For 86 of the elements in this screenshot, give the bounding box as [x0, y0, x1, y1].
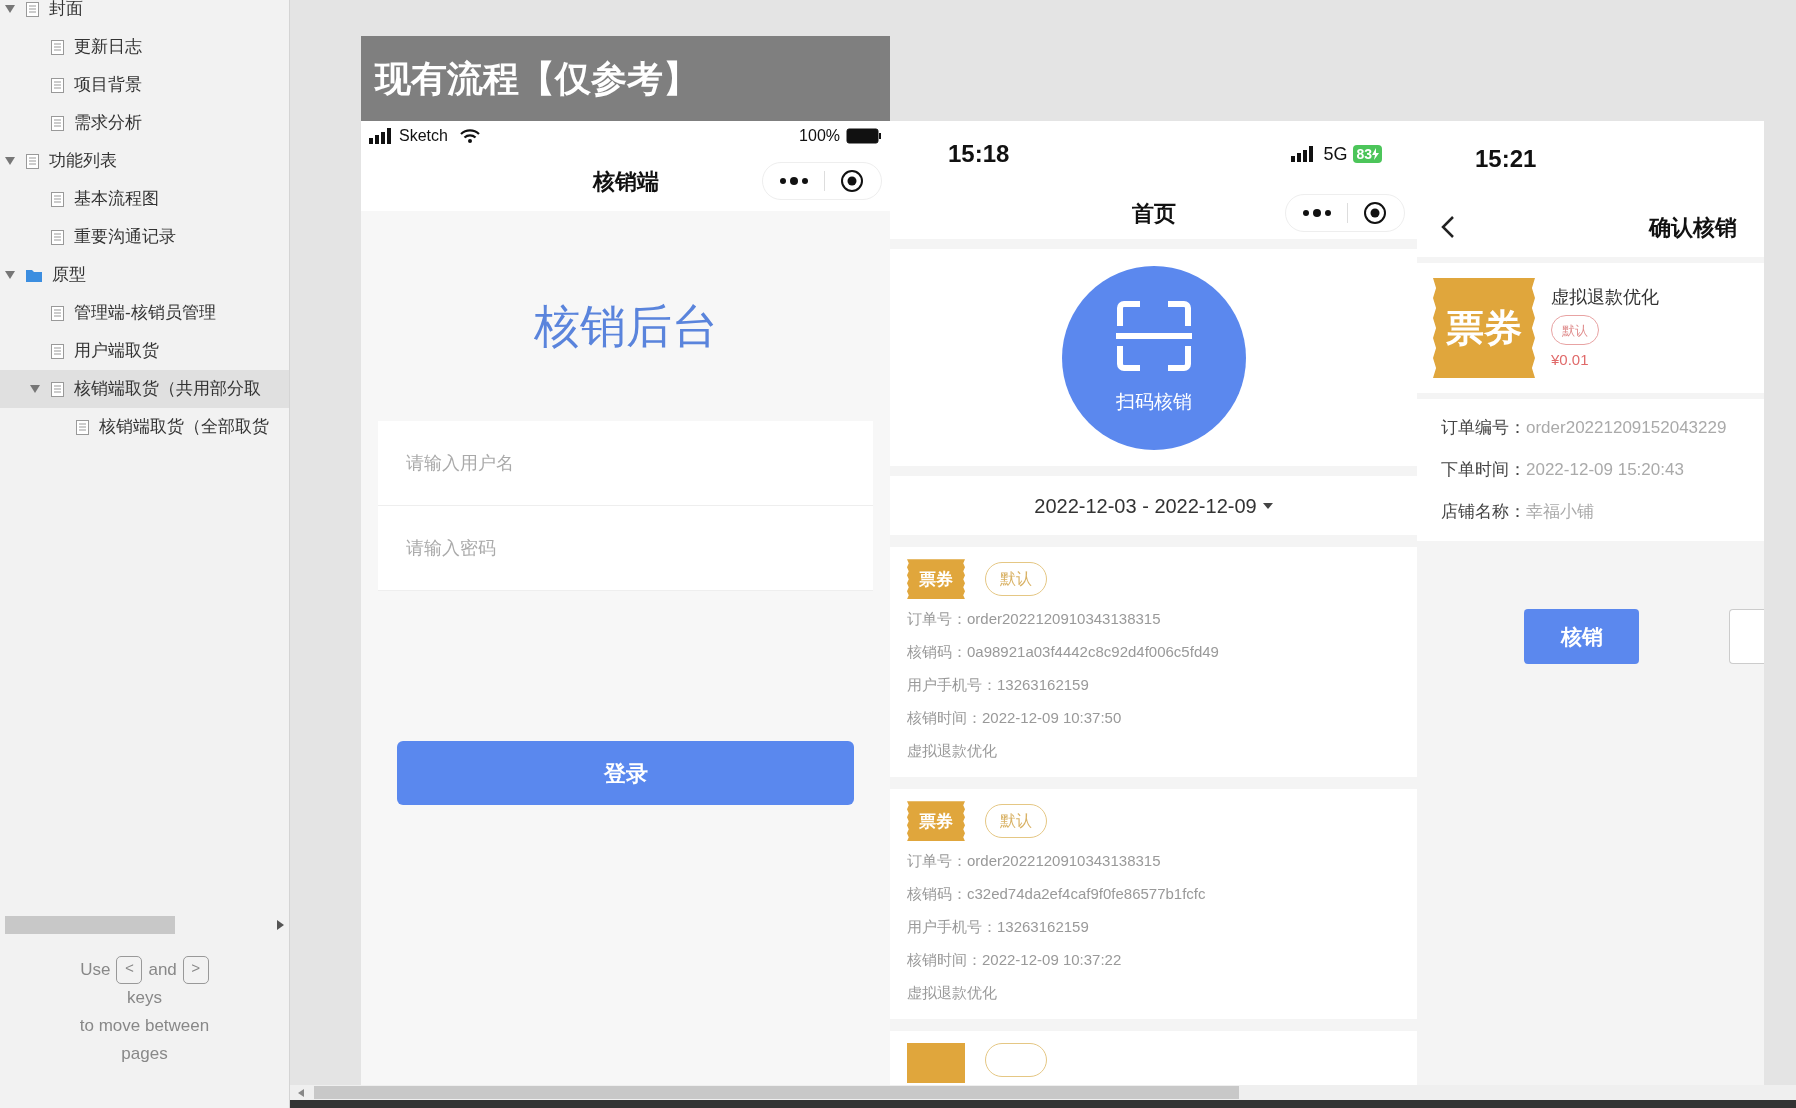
back-icon[interactable]	[1441, 215, 1455, 239]
record-detail: 核销时间：2022-12-09 10:37:50	[907, 707, 1123, 728]
more-icon[interactable]	[779, 176, 809, 186]
tree-item[interactable]: 用户端取货	[0, 332, 289, 370]
page-icon	[26, 1, 39, 17]
tree-item[interactable]: 核销端取货（共用部分取	[0, 370, 289, 408]
record-detail: 核销码：0a98921a03f4442c8c92d4f006c5fd49	[907, 641, 1220, 662]
lightning-icon	[1372, 148, 1379, 160]
hint-text: and	[148, 959, 177, 981]
nav-title: 首页	[1131, 199, 1176, 228]
left-arrow-icon[interactable]	[298, 1088, 304, 1097]
caret-icon[interactable]	[5, 271, 15, 279]
folder-icon	[26, 268, 42, 282]
tree-item[interactable]: 管理端-核销员管理	[0, 294, 289, 332]
detail-value: 2022-12-09 15:20:43	[1526, 459, 1684, 482]
date-range-picker[interactable]: 2022-12-03 - 2022-12-09	[890, 476, 1417, 536]
app-heading: 核销后台	[533, 298, 718, 354]
page-icon	[51, 343, 64, 359]
detail-label: 下单时间：	[1441, 459, 1526, 482]
product-name: 虚拟退款优化	[907, 740, 998, 761]
battery-icon	[846, 128, 882, 144]
caret-icon[interactable]	[5, 157, 15, 165]
hint-text: Use	[80, 959, 111, 981]
detail-value: order20221209152043229	[1526, 417, 1727, 440]
page-icon	[26, 153, 39, 169]
capsule-menu[interactable]	[762, 162, 882, 200]
input-field[interactable]: 请输入用户名	[378, 421, 873, 506]
right-arrow-icon[interactable]	[277, 920, 284, 930]
scrollbar[interactable]	[314, 1086, 1239, 1099]
product-name: 虚拟退款优化	[907, 982, 998, 1003]
record-detail: 核销码：c32ed74da2ef4caf9f0fe86577b1fcfc	[907, 883, 1207, 904]
carrier-label: Sketch	[399, 126, 448, 146]
tree-item[interactable]: 需求分析	[0, 104, 289, 142]
record-detail: 用户手机号：13263162159	[907, 916, 1090, 937]
panel-title: 现有流程【仅参考】	[375, 56, 699, 101]
tree-item[interactable]: 基本流程图	[0, 180, 289, 218]
nav-title: 确认核销	[1649, 213, 1737, 242]
status-time: 15:18	[948, 139, 1010, 169]
scrollbar[interactable]	[5, 916, 175, 934]
page-icon	[51, 39, 64, 55]
record-detail: 订单号：order2022120910343138315	[907, 850, 1162, 871]
tree-item[interactable]: 重要沟通记录	[0, 218, 289, 256]
tree-item[interactable]: 更新日志	[0, 28, 289, 66]
key-cap: <	[116, 956, 143, 984]
page-icon	[51, 381, 64, 397]
record-detail: 订单号：order2022120910343138315	[907, 608, 1162, 629]
caret-icon[interactable]	[5, 5, 15, 13]
page-icon	[51, 77, 64, 93]
hint-text: pages	[121, 1043, 168, 1065]
hint-text: keys	[127, 987, 162, 1009]
input-field[interactable]: 请输入密码	[378, 506, 873, 591]
page-icon	[51, 305, 64, 321]
page-icon	[51, 229, 64, 245]
record-icon[interactable]	[840, 169, 864, 193]
record-icon[interactable]	[1363, 201, 1387, 226]
record-detail: 核销时间：2022-12-09 10:37:22	[907, 949, 1123, 970]
more-icon[interactable]	[1302, 208, 1332, 219]
page-icon	[51, 115, 64, 131]
ticket-badge: 票券	[1433, 278, 1535, 378]
tree-item[interactable]: 功能列表	[0, 142, 289, 180]
status-time: 15:21	[1475, 144, 1537, 174]
detail-label: 订单编号：	[1441, 417, 1526, 440]
tree-item[interactable]: 封面	[0, 0, 289, 28]
tree-item[interactable]: 项目背景	[0, 66, 289, 104]
hint-text: to move between	[79, 1015, 210, 1037]
detail-label: 店铺名称：	[1441, 501, 1526, 524]
ticket-icon	[907, 1043, 965, 1084]
ticket-badge: 票券	[907, 559, 965, 600]
record-detail: 用户手机号：13263162159	[907, 674, 1090, 695]
caret-icon[interactable]	[30, 385, 40, 393]
page-icon	[51, 191, 64, 207]
detail-value: 幸福小铺	[1526, 501, 1594, 524]
battery-indicator: 83	[1353, 145, 1382, 163]
tree-item[interactable]: 核销端取货（全部取货	[0, 408, 289, 446]
dropdown-caret-icon	[1262, 502, 1273, 509]
ticket-badge: 票券	[907, 801, 965, 842]
tree-item[interactable]: 原型	[0, 256, 289, 294]
page-icon	[76, 419, 89, 435]
capsule-menu[interactable]	[1285, 194, 1405, 233]
wifi-icon	[459, 129, 480, 143]
key-cap: >	[182, 956, 209, 984]
product-name: 虚拟退款优化	[1551, 286, 1659, 310]
nav-title: 核销端	[592, 167, 659, 196]
battery-label: 100%	[799, 126, 840, 146]
price-label: ¥0.01	[1551, 350, 1589, 371]
network-label: 5G	[1323, 142, 1348, 166]
